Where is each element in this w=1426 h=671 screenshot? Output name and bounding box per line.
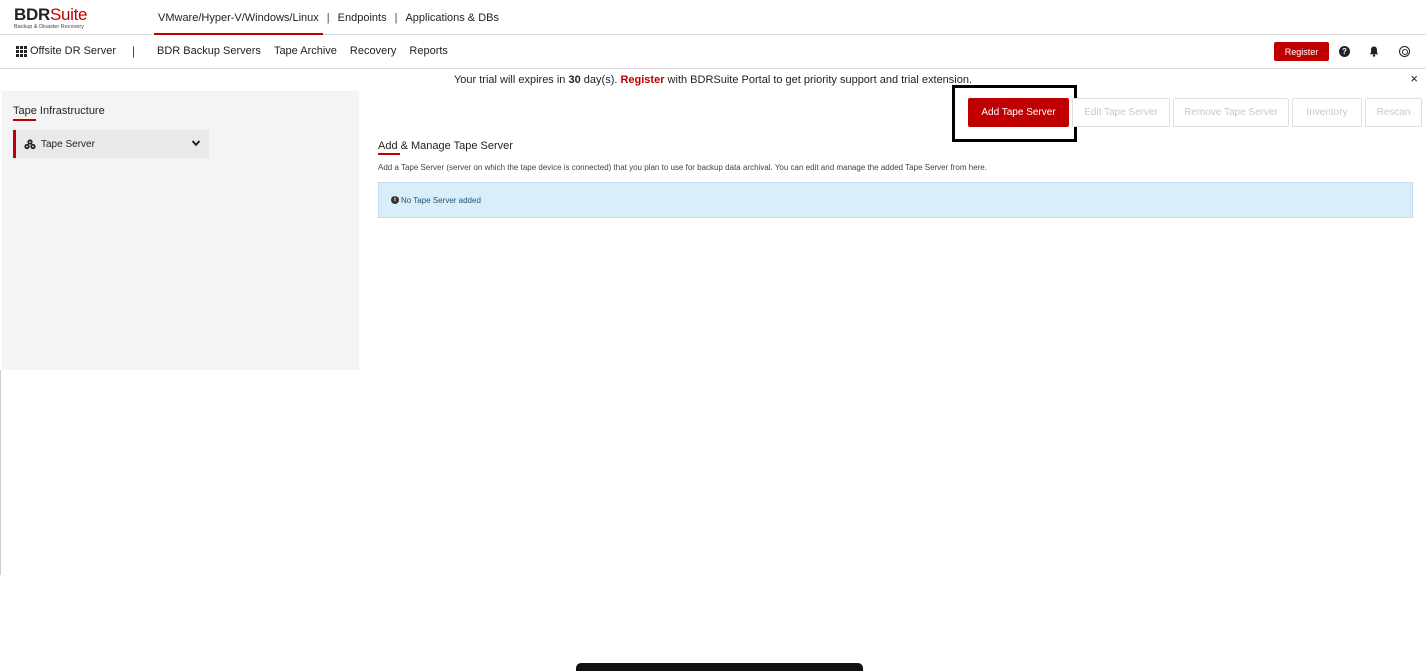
empty-state-alert: i No Tape Server added <box>378 182 1413 218</box>
trial-banner: Your trial will expires in 30 day(s). Re… <box>453 74 973 86</box>
trial-register-link[interactable]: Register <box>620 74 664 86</box>
empty-state-message: No Tape Server added <box>401 195 481 205</box>
user-profile-icon[interactable] <box>1399 46 1410 57</box>
page-title-underline <box>378 153 400 155</box>
tab-vmware-hyperv-windows-linux[interactable]: VMware/Hyper-V/Windows/Linux <box>154 0 323 35</box>
sidebar-title-underline <box>13 119 36 121</box>
trial-days: 30 <box>568 74 581 86</box>
grid-icon <box>16 45 27 57</box>
bell-icon[interactable] <box>1368 46 1379 57</box>
register-button[interactable]: Register <box>1274 42 1329 61</box>
main-navbar: Offsite DR Server | BDR Backup Servers T… <box>0 35 1426 69</box>
tab-separator: | <box>394 11 398 24</box>
page-description: Add a Tape Server (server on which the t… <box>378 163 987 172</box>
menu-recovery[interactable]: Recovery <box>350 45 396 57</box>
tab-separator: | <box>326 11 330 24</box>
edit-tape-server-button[interactable]: Edit Tape Server <box>1072 98 1170 127</box>
add-tape-server-button[interactable]: Add Tape Server <box>968 98 1069 127</box>
sidebar-item-tape-server[interactable]: Tape Server <box>13 130 209 158</box>
tape-server-icon <box>24 138 36 149</box>
menu-bdr-backup-servers[interactable]: BDR Backup Servers <box>157 45 261 57</box>
bdrsuite-logo[interactable]: BDRSuite Backup & Disaster Recovery <box>14 6 87 31</box>
page-title: Add & Manage Tape Server <box>378 140 513 152</box>
menu-reports[interactable]: Reports <box>409 45 448 57</box>
sidebar-item-label: Tape Server <box>41 138 95 150</box>
server-selector[interactable]: Offsite DR Server <box>16 45 116 57</box>
help-icon[interactable]: ? <box>1339 46 1350 57</box>
tab-applications-dbs[interactable]: Applications & DBs <box>401 0 503 35</box>
bottom-bar <box>576 663 863 671</box>
close-banner-icon[interactable]: × <box>1410 71 1418 86</box>
inventory-button[interactable]: Inventory <box>1292 98 1362 127</box>
server-name: Offsite DR Server <box>30 45 116 57</box>
menu-tape-archive[interactable]: Tape Archive <box>274 45 337 57</box>
sidebar: Tape Infrastructure Tape Server <box>2 91 359 370</box>
product-tabs: VMware/Hyper-V/Windows/Linux | Endpoints… <box>154 0 503 35</box>
page-edge-line <box>0 370 1 575</box>
tab-endpoints[interactable]: Endpoints <box>334 0 391 35</box>
top-header: BDRSuite Backup & Disaster Recovery VMwa… <box>0 0 1426 35</box>
remove-tape-server-button[interactable]: Remove Tape Server <box>1173 98 1289 127</box>
info-icon: i <box>391 196 399 204</box>
section-menu: BDR Backup Servers Tape Archive Recovery… <box>157 45 461 57</box>
logo-tagline: Backup & Disaster Recovery <box>14 24 84 30</box>
rescan-button[interactable]: Rescan <box>1365 98 1422 127</box>
nav-separator: | <box>132 44 136 58</box>
chevron-down-icon <box>191 140 201 147</box>
sidebar-title: Tape Infrastructure <box>13 105 105 117</box>
